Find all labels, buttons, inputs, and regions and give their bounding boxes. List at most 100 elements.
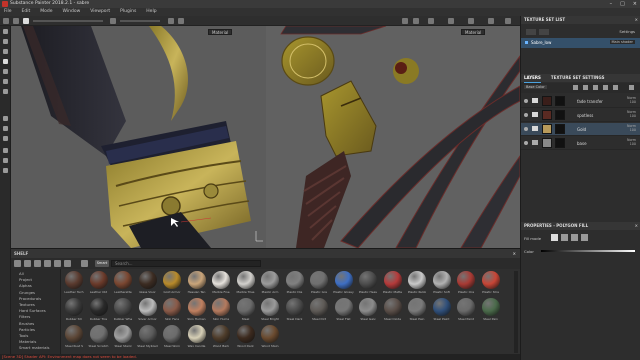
shader-settings-icon[interactable] — [488, 18, 494, 24]
visibility-eye-icon[interactable] — [524, 141, 528, 145]
shelf-material-item[interactable]: Wood Stain — [259, 325, 281, 352]
shelf-material-item[interactable]: Wax Candle — [186, 325, 208, 352]
import-icon[interactable] — [14, 260, 21, 267]
layer-row[interactable]: spotless Norm 100 — [521, 109, 640, 122]
shelf-material-item[interactable]: Hessian Tan — [186, 271, 208, 298]
add-mask-icon[interactable] — [593, 85, 598, 90]
projection-tool-icon[interactable] — [3, 49, 8, 54]
shelf-material-item[interactable]: Silver Armor — [137, 298, 159, 325]
visibility-eye-icon[interactable] — [524, 99, 528, 103]
texture-set-row[interactable]: Sabre_low Main shader — [521, 38, 640, 48]
channel-dropdown[interactable]: Base Color — [524, 85, 547, 89]
shelf-material-item[interactable]: Steel Scratch — [88, 325, 110, 352]
smudge-tool-icon[interactable] — [3, 69, 8, 74]
minimize-icon[interactable]: – — [610, 0, 613, 8]
shelf-category-item[interactable]: Smart materials — [19, 345, 60, 351]
layer-blend-mode[interactable]: Norm 100 — [627, 124, 636, 132]
shelf-material-item[interactable]: Glass Visor — [137, 271, 159, 298]
view-mode-icon[interactable] — [428, 18, 434, 24]
flow-slider[interactable] — [120, 20, 160, 22]
camera-icon[interactable] — [402, 18, 408, 24]
shelf-material-item[interactable]: Gold Armor — [161, 271, 183, 298]
visibility-eye-icon[interactable] — [524, 127, 528, 131]
layer-row[interactable]: base Norm 100 — [521, 137, 640, 150]
texture-set-options-button[interactable] — [539, 29, 549, 35]
shelf-material-item[interactable]: Plastic Arm — [259, 271, 281, 298]
shelf-material-item[interactable]: Plastic Dia — [284, 271, 306, 298]
menu-viewport[interactable]: Viewport — [90, 8, 110, 16]
close-icon[interactable]: × — [513, 249, 516, 258]
screenshot-icon[interactable] — [448, 18, 454, 24]
fill-uv-icon[interactable] — [581, 234, 588, 241]
polygon-fill-tool-icon[interactable] — [3, 59, 8, 64]
color-slider[interactable] — [541, 250, 635, 252]
symmetry-icon[interactable] — [178, 18, 184, 24]
layer-mask-thumbnail[interactable] — [555, 110, 565, 120]
tab-texture-set-settings[interactable]: TEXTURE SET SETTINGS — [551, 74, 605, 83]
fill-quad-icon[interactable] — [561, 234, 568, 241]
shelf-material-item[interactable]: Leather Tech — [63, 271, 85, 298]
clone-tool-icon[interactable] — [3, 79, 8, 84]
shelf-material-item[interactable]: Steel Dirt — [308, 298, 330, 325]
add-texture-set-button[interactable] — [526, 29, 536, 35]
shelf-material-item[interactable]: Steel Pain — [406, 298, 428, 325]
new-folder-icon[interactable] — [24, 260, 31, 267]
layer-mask-thumbnail[interactable] — [555, 96, 565, 106]
shelf-material-item[interactable]: Steel Pain — [480, 298, 502, 325]
shelf-material-item[interactable]: Steel Paint — [455, 298, 477, 325]
shelf-material-item[interactable]: Marble Tiles — [235, 271, 257, 298]
shelf-scrollbar[interactable] — [514, 271, 518, 353]
menu-mode[interactable]: Mode — [40, 8, 52, 16]
shelf-toggle-icon[interactable] — [3, 148, 8, 153]
shelf-material-item[interactable]: Plastic Soft — [431, 271, 453, 298]
menu-window[interactable]: Window — [63, 8, 81, 16]
add-effect-icon[interactable] — [603, 85, 608, 90]
shelf-material-item[interactable]: Plastic Stra — [480, 271, 502, 298]
visibility-eye-icon[interactable] — [524, 113, 528, 117]
shelf-material-item[interactable]: Plastic Glossy — [333, 271, 355, 298]
history-icon[interactable] — [3, 158, 8, 163]
paint-tool-icon[interactable] — [3, 29, 8, 34]
menu-file[interactable]: File — [4, 8, 12, 16]
layer-mask-thumbnail[interactable] — [555, 124, 565, 134]
shelf-material-item[interactable]: Plastic Heav — [357, 271, 379, 298]
picker-tool-icon[interactable] — [3, 89, 8, 94]
lazy-mouse-icon[interactable] — [168, 18, 174, 24]
particles-icon[interactable] — [3, 126, 8, 131]
menu-help[interactable]: Help — [146, 8, 156, 16]
add-layer-icon[interactable] — [573, 85, 578, 90]
shelf-material-item[interactable]: Rubber Str — [63, 298, 85, 325]
alpha-icon[interactable] — [23, 18, 29, 24]
layer-blend-mode[interactable]: Norm 100 — [627, 138, 636, 146]
shelf-material-item[interactable]: Wood Dark — [235, 325, 257, 352]
shelf-material-item[interactable]: Steel Dark — [284, 298, 306, 325]
layer-mask-thumbnail[interactable] — [555, 138, 565, 148]
grid-view-icon[interactable] — [34, 260, 41, 267]
add-fill-layer-icon[interactable] — [583, 85, 588, 90]
delete-icon[interactable] — [64, 260, 71, 267]
close-icon[interactable]: × — [635, 16, 638, 24]
shelf-material-item[interactable]: Skin Human — [186, 298, 208, 325]
tab-layers[interactable]: LAYERS — [524, 74, 541, 83]
flow-icon[interactable] — [110, 18, 116, 24]
filter-icon[interactable] — [81, 260, 88, 267]
shelf-search-input[interactable]: Search... — [111, 260, 261, 267]
search-filter-tag[interactable]: Smart — [95, 260, 109, 267]
texture-set-shader[interactable]: Main shader — [609, 40, 635, 44]
iray-icon[interactable] — [413, 18, 419, 24]
viewport-2d-uv[interactable]: Material — [266, 26, 520, 248]
paint-icon[interactable] — [3, 18, 9, 24]
viewport-material-dropdown-right[interactable]: Material — [461, 29, 486, 35]
shelf-material-item[interactable]: Plastic Ora — [455, 271, 477, 298]
menu-plugins[interactable]: Plugins — [120, 8, 136, 16]
list-view-icon[interactable] — [44, 260, 51, 267]
shelf-material-item[interactable]: Steel Paint — [431, 298, 453, 325]
bake-icon[interactable] — [3, 116, 8, 121]
shelf-material-item[interactable]: Rubber Whe — [112, 298, 134, 325]
delete-layer-icon[interactable] — [629, 85, 634, 90]
export-icon[interactable] — [3, 136, 8, 141]
layer-blend-mode[interactable]: Norm 100 — [627, 110, 636, 118]
log-icon[interactable] — [3, 168, 8, 173]
shelf-material-item[interactable]: Steel Stainl — [112, 325, 134, 352]
shelf-material-item[interactable]: Steel — [235, 298, 257, 325]
